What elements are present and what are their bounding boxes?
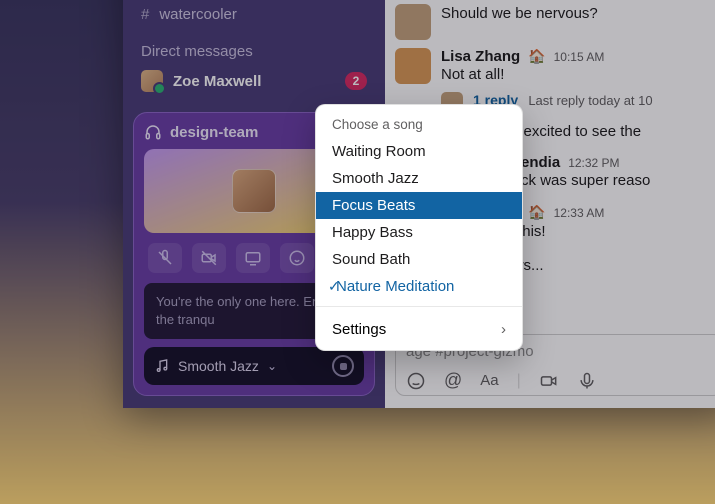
dm-section-header[interactable]: Direct messages (123, 29, 385, 66)
sender-name: Lisa Zhang (441, 48, 520, 65)
huddle-channel: design-team (170, 124, 258, 141)
screen-share-button[interactable] (236, 243, 270, 273)
hash-icon: # (141, 6, 149, 23)
menu-item-focus-beats[interactable]: Focus Beats (316, 192, 522, 219)
chevron-down-icon: ⌄ (267, 359, 277, 373)
mute-mic-button[interactable] (148, 243, 182, 273)
song-menu: Choose a song Waiting Room Smooth Jazz F… (315, 104, 523, 351)
message[interactable]: Lisa Zhang 🏠 10:15 AM Not at all! (395, 44, 715, 88)
avatar (395, 4, 431, 40)
chevron-right-icon: › (501, 321, 506, 338)
huddle-nowplaying[interactable]: Smooth Jazz ⌄ (144, 347, 364, 385)
formatting-icon[interactable]: Aa (480, 372, 498, 389)
dm-unread-badge: 2 (345, 72, 367, 90)
dm-name: Zoe Maxwell (173, 73, 261, 90)
channel-row-watercooler[interactable]: # watercooler (123, 0, 385, 29)
video-icon[interactable] (539, 371, 559, 391)
reply-meta: Last reply today at 10 (528, 93, 652, 108)
microphone-icon[interactable] (577, 371, 597, 391)
channel-name: watercooler (159, 6, 237, 23)
timestamp: 12:33 AM (554, 206, 605, 220)
menu-item-sound-bath[interactable]: Sound Bath (316, 246, 522, 273)
avatar (395, 48, 431, 84)
menu-item-smooth-jazz[interactable]: Smooth Jazz (316, 165, 522, 192)
nowplaying-label: Smooth Jazz (178, 358, 259, 374)
status-emoji: 🏠 (528, 48, 545, 65)
menu-header: Choose a song (316, 113, 522, 138)
music-icon (154, 358, 170, 374)
menu-item-settings[interactable]: Settings › (316, 313, 522, 346)
mention-icon[interactable]: @ (444, 370, 462, 391)
timestamp: 10:15 AM (554, 50, 605, 64)
menu-item-nature-meditation[interactable]: ✓ Nature Meditation (316, 273, 522, 300)
reactions-button[interactable] (280, 243, 314, 273)
message-text: Not at all! (441, 66, 604, 83)
headphones-icon (144, 123, 162, 141)
emoji-icon[interactable] (406, 371, 426, 391)
dm-avatar (141, 70, 163, 92)
stop-huddle-button[interactable] (332, 355, 354, 377)
huddle-participant-avatar[interactable] (232, 169, 276, 213)
dm-row-zoe[interactable]: Zoe Maxwell 2 (123, 66, 385, 102)
check-icon: ✓ (328, 278, 340, 295)
message-text: Should we be nervous? (441, 5, 598, 22)
timestamp: 12:32 PM (568, 156, 619, 170)
message[interactable]: Should we be nervous? (395, 0, 715, 44)
menu-divider (316, 306, 522, 307)
camera-off-button[interactable] (192, 243, 226, 273)
status-emoji: 🏠 (528, 204, 545, 221)
menu-item-waiting-room[interactable]: Waiting Room (316, 138, 522, 165)
menu-item-happy-bass[interactable]: Happy Bass (316, 219, 522, 246)
